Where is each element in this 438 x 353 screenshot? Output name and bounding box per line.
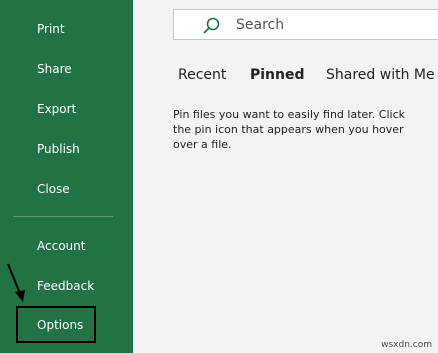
options-highlight-box[interactable]: Options (16, 306, 96, 343)
pinned-info-text: Pin files you want to easily find later.… (173, 108, 405, 151)
sidebar-item-export[interactable]: Export (37, 102, 76, 116)
sidebar-item-close[interactable]: Close (37, 182, 70, 196)
sidebar-item-share[interactable]: Share (37, 62, 72, 76)
tab-pinned[interactable]: Pinned (250, 67, 305, 83)
backstage-sidebar: Print Share Export Publish Close Account… (0, 0, 133, 353)
sidebar-item-options[interactable]: Options (37, 318, 83, 332)
sidebar-item-account[interactable]: Account (37, 239, 85, 253)
sidebar-item-publish[interactable]: Publish (37, 142, 80, 156)
sidebar-divider (13, 216, 113, 217)
sidebar-item-feedback[interactable]: Feedback (37, 279, 94, 293)
search-box[interactable]: Search (173, 9, 438, 40)
search-input[interactable]: Search (236, 17, 284, 33)
search-icon (203, 17, 220, 34)
sidebar-item-print[interactable]: Print (37, 22, 65, 36)
tab-shared-with-me[interactable]: Shared with Me (326, 67, 435, 83)
tab-recent[interactable]: Recent (178, 67, 226, 83)
annotation-arrow-icon (7, 263, 25, 302)
watermark: wsxdn.com (381, 340, 432, 350)
